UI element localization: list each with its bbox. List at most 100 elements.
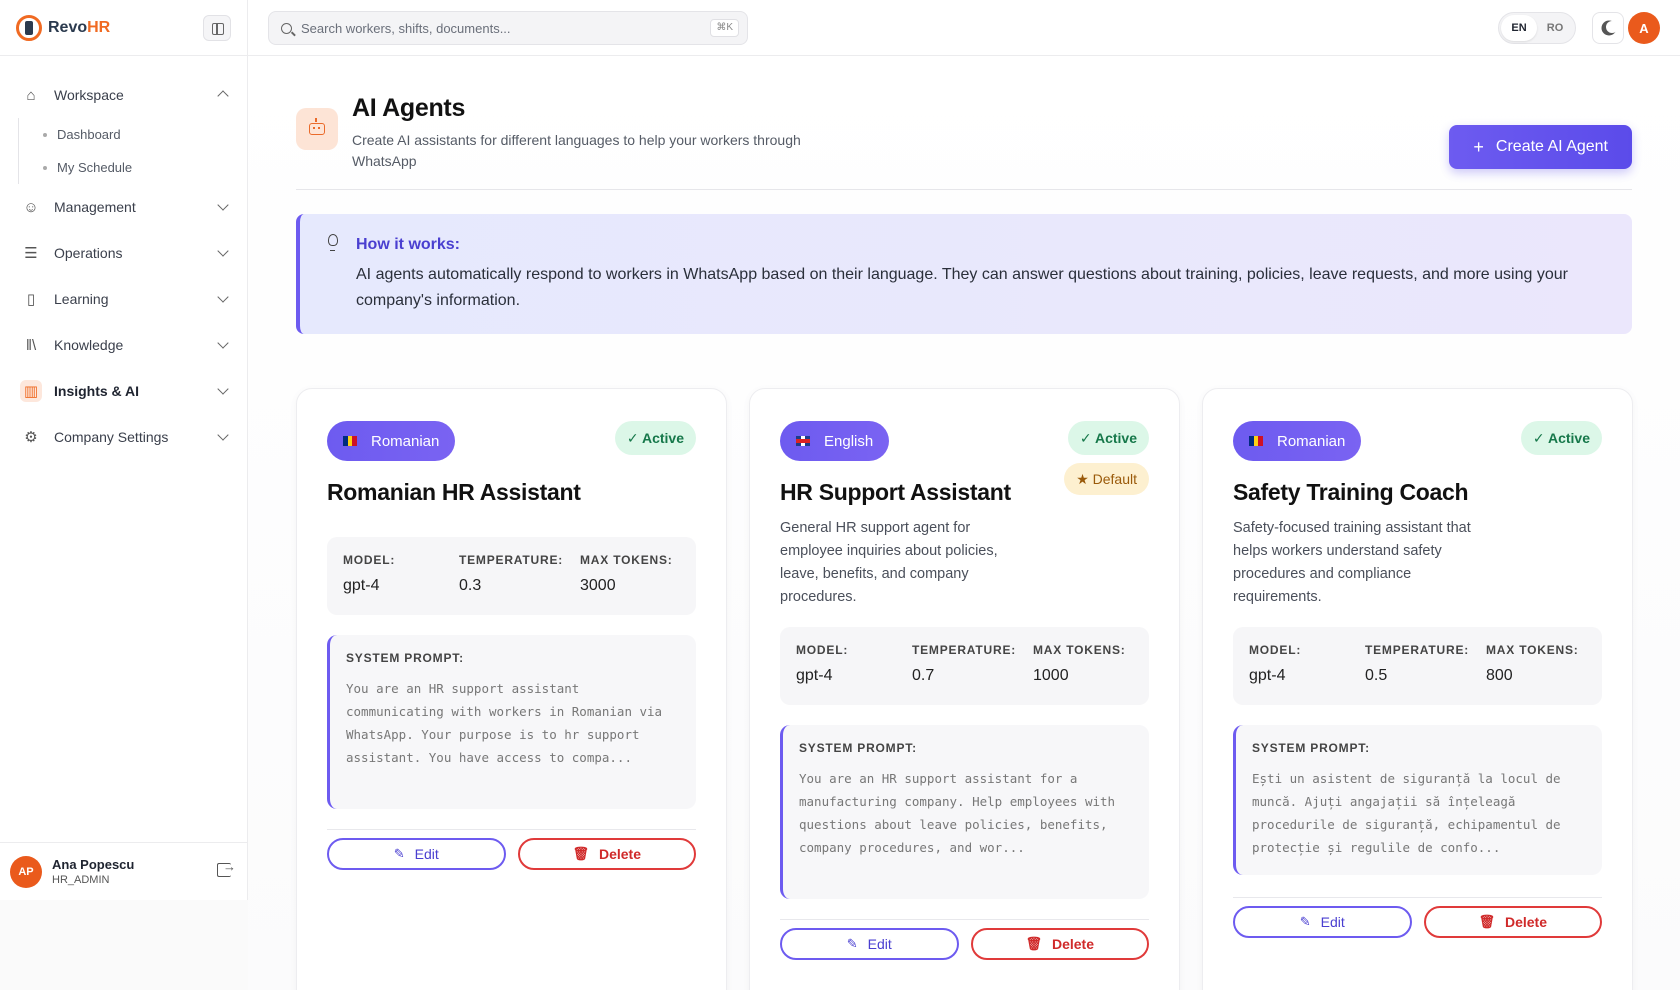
chevron-down-icon [217,337,229,349]
param-value: 3000 [580,577,616,594]
default-badge: ★ Default [1064,463,1149,495]
agent-description: Safety-focused training assistant that h… [1233,520,1471,605]
button-label: Delete [598,846,642,862]
param-model: MODEL: gpt-4 [1249,643,1301,685]
param-value: 0.5 [1365,667,1388,684]
param-value: gpt-4 [796,667,833,684]
sidebar-item-label: Dashboard [57,127,121,142]
agent-cards: Romanian ✓ Active Romanian HR Assistant … [296,388,1633,990]
param-value: gpt-4 [1249,667,1286,684]
chevron-down-icon [217,383,229,395]
param-label: MODEL: [343,553,396,567]
button-label: Delete [1051,936,1095,952]
sidebar-item-knowledge[interactable]: ‖\ Knowledge [0,322,247,368]
avatar[interactable]: AP [10,855,42,888]
sidebar-collapse-icon[interactable] [203,15,231,41]
param-temperature: TEMPERATURE: 0.5 [1365,643,1469,685]
param-value: gpt-4 [343,577,380,594]
agent-card: Romanian ✓ Active Romanian HR Assistant … [296,388,727,990]
param-temperature: TEMPERATURE: 0.7 [912,643,1016,685]
status-badge: ✓ Active [1067,421,1149,455]
param-label: MODEL: [796,643,849,657]
language-badge: Romanian [327,421,456,461]
home-icon: ⌂ [26,86,36,104]
language-badge: Romanian [1233,421,1362,461]
brand-name: RevoHR [48,19,110,37]
checklist-icon: ☰ [24,245,38,262]
sidebar-item-operations[interactable]: ☰ Operations [0,230,247,276]
romania-flag-icon [1249,436,1264,446]
sidebar-item-learning[interactable]: ▯ Learning [0,276,247,322]
info-title: How it works: [356,236,461,253]
sidebar-item-dashboard[interactable]: Dashboard [19,118,247,151]
param-value: 1000 [1033,667,1069,684]
shortcut-hint: ⌘K [710,19,739,37]
delete-button[interactable]: 🗑 Delete [970,928,1149,960]
sidebar-item-workspace[interactable]: ⌂ Workspace [0,72,247,118]
user-role: HR_ADMIN [52,874,110,886]
param-model: MODEL: gpt-4 [343,553,395,595]
param-max-tokens: MAX TOKENS: 3000 [580,553,673,595]
user-profile: AP Ana Popescu HR_ADMIN [0,842,247,900]
book-icon: ▯ [26,291,36,308]
sidebar-item-label: Management [54,199,136,215]
dark-mode-moon-icon[interactable] [1592,12,1624,44]
library-icon: ‖\ [25,336,37,354]
brand-name-part1: Revo [48,18,88,36]
page-header: AI Agents Create AI assistants for diffe… [296,56,1632,190]
delete-button[interactable]: 🗑 Delete [1423,906,1602,938]
page-subtitle: Create AI assistants for different langu… [352,132,801,169]
prompt-text: You are an HR support assistant for a ma… [799,771,1116,855]
system-prompt: SYSTEM PROMPT: You are an HR support ass… [327,635,696,809]
workspace-submenu: Dashboard My Schedule [18,118,247,184]
system-prompt: SYSTEM PROMPT: Ești un asistent de sigur… [1233,725,1602,875]
button-label: Create AI Agent [1495,138,1608,155]
chevron-up-icon [217,90,229,102]
gear-icon: ⚙ [24,429,38,446]
lang-ro-button[interactable]: RO [1537,15,1573,41]
language-label: Romanian [1277,432,1346,450]
pencil-icon: ✎ [846,936,858,951]
edit-button[interactable]: ✎ Edit [1233,906,1412,938]
search-box[interactable]: ⌘K [268,11,748,45]
sidebar-nav: ⌂ Workspace Dashboard My Schedule ☺ Mana… [0,56,247,460]
prompt-text: Ești un asistent de siguranță la locul d… [1252,771,1561,855]
sidebar-item-my-schedule[interactable]: My Schedule [19,151,247,184]
sidebar-item-insights-ai[interactable]: ▥ Insights & AI [0,368,247,414]
pencil-icon: ✎ [1299,914,1311,929]
plus-icon: + [1473,136,1484,157]
param-max-tokens: MAX TOKENS: 1000 [1033,643,1126,685]
bot-icon [296,108,338,150]
status-badge: ✓ Active [614,421,696,455]
param-value: 0.7 [912,667,935,684]
logout-icon[interactable] [217,859,236,877]
trash-icon: 🗑 [1025,936,1042,951]
delete-button[interactable]: 🗑 Delete [517,838,696,870]
sidebar-item-label: My Schedule [57,160,133,175]
chevron-down-icon [217,429,229,441]
sidebar-item-management[interactable]: ☺ Management [0,184,247,230]
lang-en-button[interactable]: EN [1501,15,1537,41]
chevron-down-icon [217,245,229,257]
edit-button[interactable]: ✎ Edit [780,928,959,960]
search-input[interactable] [301,12,701,44]
avatar[interactable]: A [1628,12,1660,44]
button-label: Delete [1504,914,1548,930]
agent-card: English ✓ Active ★ Default HR Support As… [749,388,1180,990]
param-label: MAX TOKENS: [1486,643,1579,657]
uk-flag-icon [796,436,810,446]
brand: RevoHR [0,0,247,56]
user-name: Ana Popescu [52,857,135,872]
param-model: MODEL: gpt-4 [796,643,848,685]
info-text: AI agents automatically respond to worke… [356,266,1568,309]
param-label: MODEL: [1249,643,1302,657]
edit-button[interactable]: ✎ Edit [327,838,506,870]
sidebar-item-label: Learning [54,291,109,307]
param-label: TEMPERATURE: [912,643,1017,657]
topbar: ⌘K EN RO A [248,0,1680,56]
create-ai-agent-button[interactable]: + Create AI Agent [1449,125,1632,169]
sidebar-item-company-settings[interactable]: ⚙ Company Settings [0,414,247,460]
revohr-logo-icon [16,14,42,41]
language-label: Romanian [371,432,440,450]
trash-icon: 🗑 [1478,914,1495,929]
